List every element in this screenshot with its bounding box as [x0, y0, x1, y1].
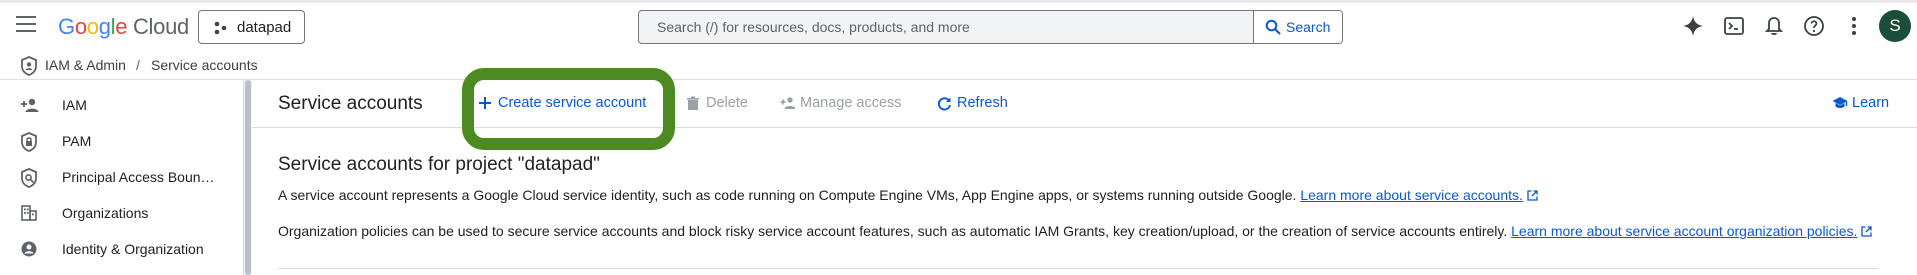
sidebar-item-principal-access-boundary[interactable]: Principal Access Boun… — [0, 159, 243, 195]
search-button[interactable]: Search — [1253, 11, 1342, 43]
more-vert-icon[interactable] — [1842, 14, 1866, 38]
project-name: datapad — [237, 19, 292, 36]
domain-icon — [21, 205, 37, 221]
iam-shield-icon — [21, 56, 37, 76]
content-divider — [278, 268, 1878, 269]
account-avatar[interactable]: S — [1879, 10, 1911, 42]
external-link-icon — [1527, 190, 1538, 201]
google-cloud-logo[interactable]: Google Cloud — [58, 14, 189, 40]
learn-more-service-accounts-link[interactable]: Learn more about service accounts. — [1300, 187, 1523, 203]
project-hub-icon — [214, 21, 227, 35]
sidebar-item-pam[interactable]: PAM — [0, 123, 243, 159]
refresh-icon — [938, 97, 951, 111]
delete-button[interactable]: Delete — [686, 94, 756, 114]
org-policies-description: Organization policies can be used to sec… — [278, 223, 1873, 239]
breadcrumb: IAM & Admin / Service accounts — [0, 52, 1917, 80]
main-menu-icon[interactable] — [16, 16, 36, 32]
sidebar-item-label: Principal Access Boun… — [62, 169, 215, 185]
sidebar-item-label: Organizations — [62, 205, 149, 221]
create-button-highlight — [462, 68, 675, 150]
notifications-bell-icon[interactable] — [1762, 14, 1786, 38]
section-heading: Service accounts for project "datapad" — [278, 154, 600, 175]
sidebar-scrollbar-thumb[interactable] — [245, 80, 251, 275]
project-picker-button[interactable]: datapad — [198, 10, 305, 44]
search-button-label: Search — [1286, 19, 1331, 35]
description-text: A service account represents a Google Cl… — [278, 187, 1297, 203]
delete-icon — [687, 96, 699, 110]
learn-label: Learn — [1852, 95, 1890, 111]
sidebar-item-label: PAM — [62, 133, 92, 149]
search-input[interactable] — [639, 11, 1251, 43]
breadcrumb-separator: / — [136, 57, 140, 73]
logo-cloud-text: Cloud — [132, 14, 189, 39]
description-text: Organization policies can be used to sec… — [278, 223, 1508, 239]
breadcrumb-section-link[interactable]: IAM & Admin — [45, 57, 126, 73]
sidebar-item-iam[interactable]: IAM — [0, 87, 243, 123]
manage-access-label: Manage access — [800, 95, 902, 111]
sidebar-item-identity-organization[interactable]: Identity & Organization — [0, 231, 243, 267]
help-icon[interactable] — [1802, 14, 1826, 38]
search-icon — [1265, 19, 1281, 35]
sidebar-item-label: IAM — [62, 97, 87, 113]
person-add-icon — [780, 97, 796, 109]
sidebar-item-label: Identity & Organization — [62, 241, 204, 257]
delete-label: Delete — [706, 95, 748, 111]
external-link-icon — [1861, 226, 1873, 237]
school-icon — [1832, 97, 1848, 108]
service-account-description: A service account represents a Google Cl… — [278, 187, 1538, 203]
page-title: Service accounts — [278, 93, 423, 114]
manage-access-button[interactable]: Manage access — [780, 94, 910, 114]
policy-icon — [21, 168, 37, 188]
refresh-button[interactable]: Refresh — [937, 94, 1017, 114]
shield-lock-icon — [21, 132, 37, 152]
logo-google-text: Google — [58, 14, 128, 39]
sidebar: IAM PAM Principal Access Boun… Organizat… — [0, 80, 244, 275]
learn-more-org-policies-link[interactable]: Learn more about service account organiz… — [1511, 223, 1857, 239]
person-add-icon — [21, 98, 39, 112]
gemini-sparkle-icon[interactable] — [1681, 14, 1705, 38]
cloud-shell-icon[interactable] — [1722, 14, 1746, 38]
refresh-label: Refresh — [957, 95, 1008, 111]
search-bar: Search — [638, 10, 1343, 44]
breadcrumb-current-page: Service accounts — [151, 57, 258, 73]
learn-button[interactable]: Learn — [1832, 94, 1896, 114]
account-circle-icon — [21, 241, 37, 257]
sidebar-item-organizations[interactable]: Organizations — [0, 195, 243, 231]
